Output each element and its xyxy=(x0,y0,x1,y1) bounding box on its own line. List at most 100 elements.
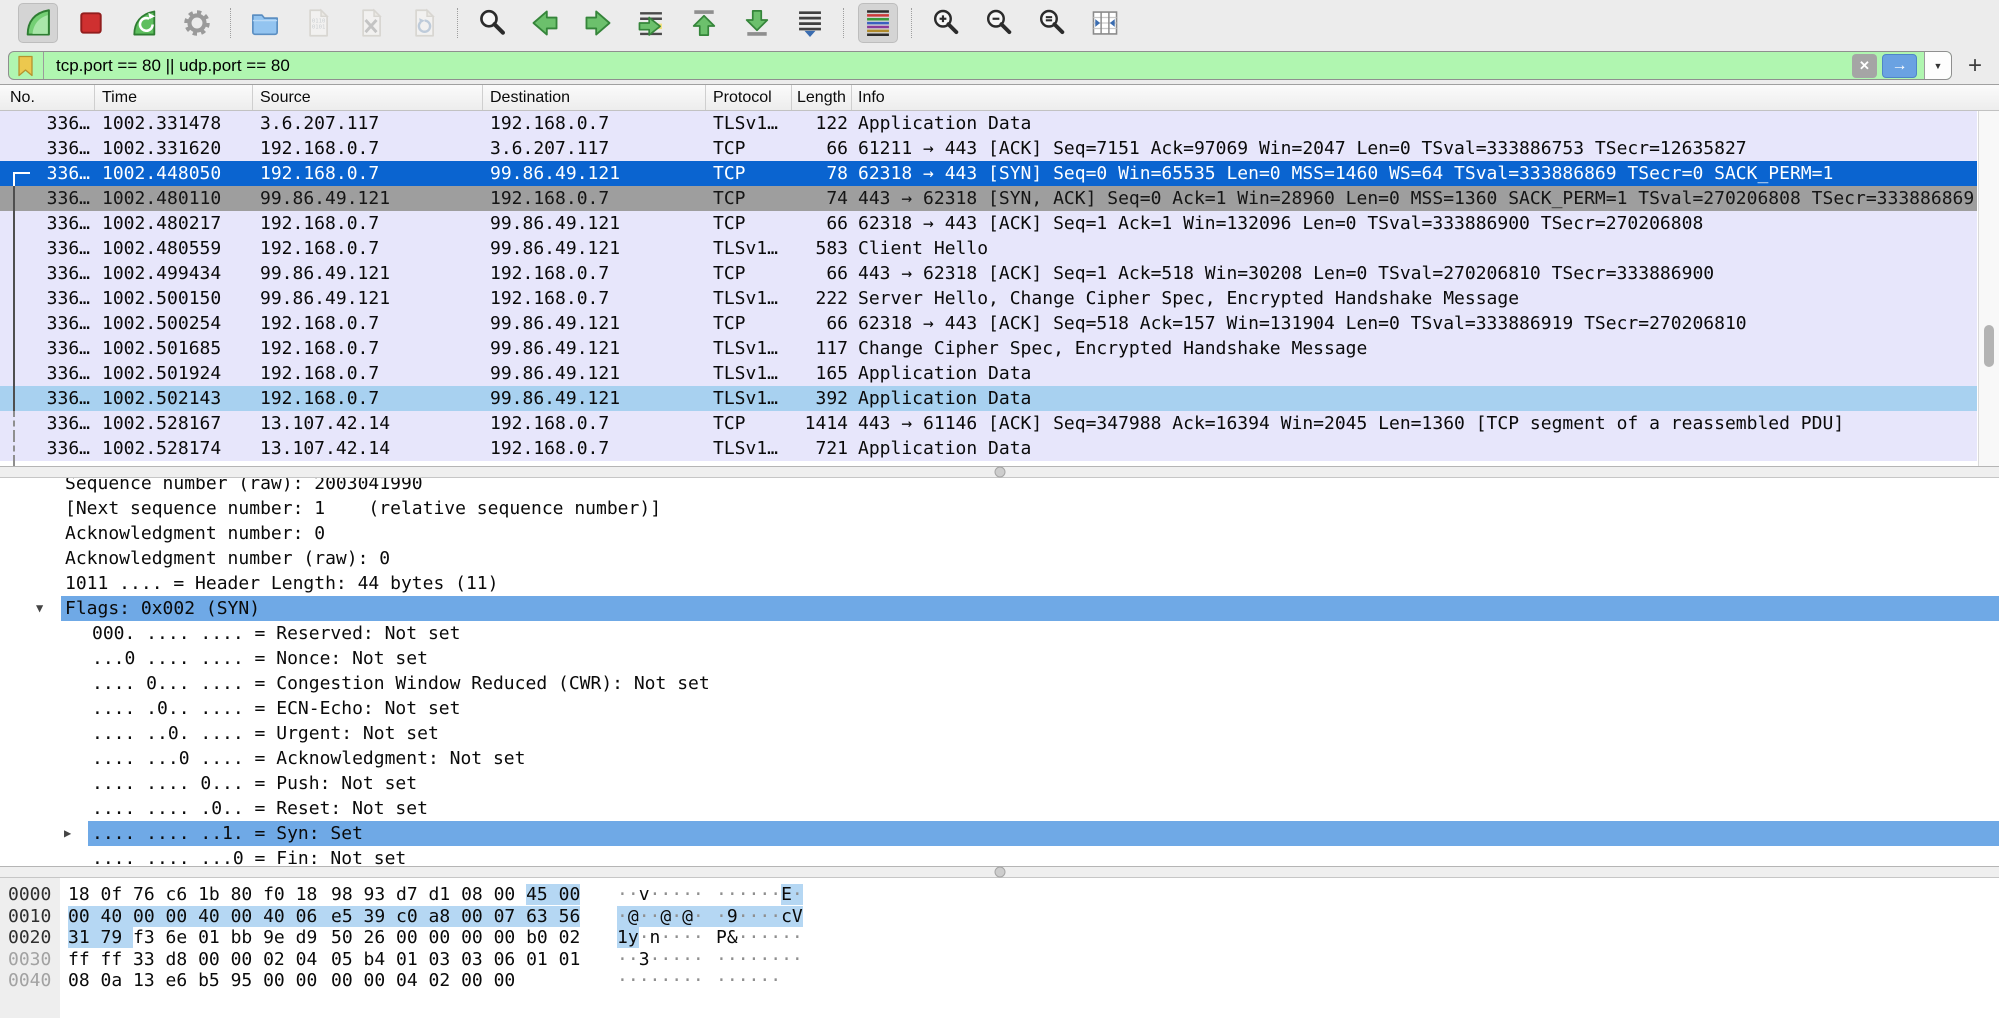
packet-row[interactable]: 336…1002.48011099.86.49.121192.168.0.7TC… xyxy=(0,186,1977,211)
ascii-group: ·9····cV xyxy=(716,906,803,927)
cell-time: 1002.501924 xyxy=(95,361,253,386)
cell-info: Application Data xyxy=(852,436,1977,461)
hex-row[interactable]: 001000 40 00 00 40 00 40 06e5 39 c0 a8 0… xyxy=(0,906,1999,927)
packet-row[interactable]: 336…1002.3314783.6.207.117192.168.0.7TLS… xyxy=(0,111,1977,136)
ascii-gap xyxy=(704,906,716,927)
open-file-button[interactable] xyxy=(245,3,285,43)
filter-apply-button[interactable]: → xyxy=(1882,54,1917,78)
filter-bookmark-icon[interactable] xyxy=(9,52,43,79)
cell-source: 192.168.0.7 xyxy=(253,336,483,361)
detail-line[interactable]: Acknowledgment number (raw): 0 xyxy=(0,546,1999,571)
go-forward-button[interactable] xyxy=(578,3,618,43)
detail-line[interactable]: .... ..0. .... = Urgent: Not set xyxy=(0,721,1999,746)
conversation-marker xyxy=(13,336,15,361)
filter-expression-text[interactable]: tcp.port == 80 || udp.port == 80 xyxy=(56,56,1852,76)
detail-line[interactable]: ▼Flags: 0x002 (SYN) xyxy=(0,596,1999,621)
packet-row[interactable]: 336…1002.480559192.168.0.799.86.49.121TL… xyxy=(0,236,1977,261)
packet-row[interactable]: 336…1002.502143192.168.0.799.86.49.121TL… xyxy=(0,386,1977,411)
packet-row[interactable]: 336…1002.501685192.168.0.799.86.49.121TL… xyxy=(0,336,1977,361)
column-header-time[interactable]: Time xyxy=(95,85,253,110)
column-header-length[interactable]: Length xyxy=(792,85,852,110)
details-bytes-splitter[interactable] xyxy=(0,866,1999,878)
cell-length: 74 xyxy=(792,186,852,211)
zoom-reset-button[interactable] xyxy=(1032,3,1072,43)
packet-row[interactable]: 336…1002.49943499.86.49.121192.168.0.7TC… xyxy=(0,261,1977,286)
detail-text: ...0 .... .... = Nonce: Not set xyxy=(92,646,428,671)
packet-row[interactable]: 336…1002.331620192.168.0.73.6.207.117TCP… xyxy=(0,136,1977,161)
save-file-button[interactable]: 01100101 xyxy=(298,3,338,43)
go-back-icon xyxy=(528,6,562,40)
go-to-packet-button[interactable] xyxy=(631,3,671,43)
cell-protocol: TCP xyxy=(706,186,792,211)
reload-file-button[interactable] xyxy=(404,3,444,43)
cell-length: 66 xyxy=(792,311,852,336)
detail-line[interactable]: .... ...0 .... = Acknowledgment: Not set xyxy=(0,746,1999,771)
cell-protocol: TCP xyxy=(706,161,792,186)
cell-destination: 99.86.49.121 xyxy=(483,211,706,236)
go-back-button[interactable] xyxy=(525,3,565,43)
detail-line[interactable]: 1011 .... = Header Length: 44 bytes (11) xyxy=(0,571,1999,596)
collapse-triangle-icon[interactable]: ▼ xyxy=(36,596,43,621)
hex-offset: 0000 xyxy=(8,884,51,905)
auto-scroll-button[interactable] xyxy=(790,3,830,43)
close-file-button[interactable] xyxy=(351,3,391,43)
resize-columns-button[interactable] xyxy=(1085,3,1125,43)
hex-row[interactable]: 0030ff ff 33 d8 00 00 02 0405 b4 01 03 0… xyxy=(0,949,1999,970)
cell-time: 1002.480559 xyxy=(95,236,253,261)
go-to-first-button[interactable] xyxy=(684,3,724,43)
expand-triangle-icon[interactable]: ▶ xyxy=(64,821,71,846)
cell-protocol: TCP xyxy=(706,311,792,336)
packet-row[interactable]: 336…1002.50015099.86.49.121192.168.0.7TL… xyxy=(0,286,1977,311)
colorize-button[interactable] xyxy=(858,3,898,43)
go-to-last-button[interactable] xyxy=(737,3,777,43)
column-header-destination[interactable]: Destination xyxy=(483,85,706,110)
packet-bytes-pane: 000018 0f 76 c6 1b 80 f0 1898 93 d7 d1 0… xyxy=(0,878,1999,1018)
packet-row[interactable]: 336…1002.52817413.107.42.14192.168.0.7TL… xyxy=(0,436,1977,461)
column-header-protocol[interactable]: Protocol xyxy=(706,85,792,110)
capture-options-button[interactable] xyxy=(177,3,217,43)
packet-row[interactable]: 336…1002.448050192.168.0.799.86.49.121TC… xyxy=(0,161,1977,186)
detail-line[interactable]: 000. .... .... = Reserved: Not set xyxy=(0,621,1999,646)
find-packet-button[interactable] xyxy=(472,3,512,43)
detail-line[interactable]: .... .... .0.. = Reset: Not set xyxy=(0,796,1999,821)
cell-source: 192.168.0.7 xyxy=(253,161,483,186)
restart-capture-button[interactable] xyxy=(124,3,164,43)
packet-row[interactable]: 336…1002.500254192.168.0.799.86.49.121TC… xyxy=(0,311,1977,336)
detail-line[interactable]: .... 0... .... = Congestion Window Reduc… xyxy=(0,671,1999,696)
filter-dropdown-button[interactable]: ▼ xyxy=(1924,52,1951,79)
scrollbar-thumb[interactable] xyxy=(1984,325,1994,367)
packet-list-scrollbar[interactable] xyxy=(1978,111,1999,466)
column-header-source[interactable]: Source xyxy=(253,85,483,110)
detail-line[interactable]: ▶.... .... ..1. = Syn: Set xyxy=(0,821,1999,846)
packet-row[interactable]: 336…1002.480217192.168.0.799.86.49.121TC… xyxy=(0,211,1977,236)
detail-line[interactable]: [Next sequence number: 1 (relative seque… xyxy=(0,496,1999,521)
ascii-group: ··v····· xyxy=(617,884,704,905)
detail-line[interactable]: .... .... ...0 = Fin: Not set xyxy=(0,846,1999,866)
display-filter-input[interactable]: tcp.port == 80 || udp.port == 80 ✕ → ▼ xyxy=(8,51,1952,80)
packet-row[interactable]: 336…1002.52816713.107.42.14192.168.0.7TC… xyxy=(0,411,1977,436)
cell-info: 443 → 61146 [ACK] Seq=347988 Ack=16394 W… xyxy=(852,411,1977,436)
packet-row[interactable]: 336…1002.501924192.168.0.799.86.49.121TL… xyxy=(0,361,1977,386)
detail-line[interactable]: ...0 .... .... = Nonce: Not set xyxy=(0,646,1999,671)
main-toolbar: 01100101 xyxy=(18,3,1125,43)
hex-row[interactable]: 000018 0f 76 c6 1b 80 f0 1898 93 d7 d1 0… xyxy=(0,884,1999,905)
toolbar-separator xyxy=(911,8,913,38)
hex-row[interactable]: 002031 79 f3 6e 01 bb 9e d950 26 00 00 0… xyxy=(0,927,1999,948)
column-header-no[interactable]: No. xyxy=(0,85,95,110)
list-details-splitter[interactable] xyxy=(0,466,1999,478)
filter-clear-button[interactable]: ✕ xyxy=(1852,54,1877,78)
detail-line[interactable]: .... .0.. .... = ECN-Echo: Not set xyxy=(0,696,1999,721)
detail-line[interactable]: Sequence number (raw): 2003041990 xyxy=(0,478,1999,496)
zoom-in-button[interactable] xyxy=(926,3,966,43)
column-header-info[interactable]: Info xyxy=(852,85,1999,110)
zoom-out-button[interactable] xyxy=(979,3,1019,43)
conversation-marker xyxy=(13,286,15,311)
stop-capture-button[interactable] xyxy=(71,3,111,43)
detail-line[interactable]: .... .... 0... = Push: Not set xyxy=(0,771,1999,796)
filter-add-button[interactable]: + xyxy=(1959,51,1991,80)
detail-line[interactable]: Acknowledgment number: 0 xyxy=(0,521,1999,546)
cell-source: 99.86.49.121 xyxy=(253,186,483,211)
cell-time: 1002.502143 xyxy=(95,386,253,411)
start-capture-button[interactable] xyxy=(18,3,58,43)
hex-row[interactable]: 004008 0a 13 e6 b5 95 00 0000 00 04 02 0… xyxy=(0,970,1999,991)
